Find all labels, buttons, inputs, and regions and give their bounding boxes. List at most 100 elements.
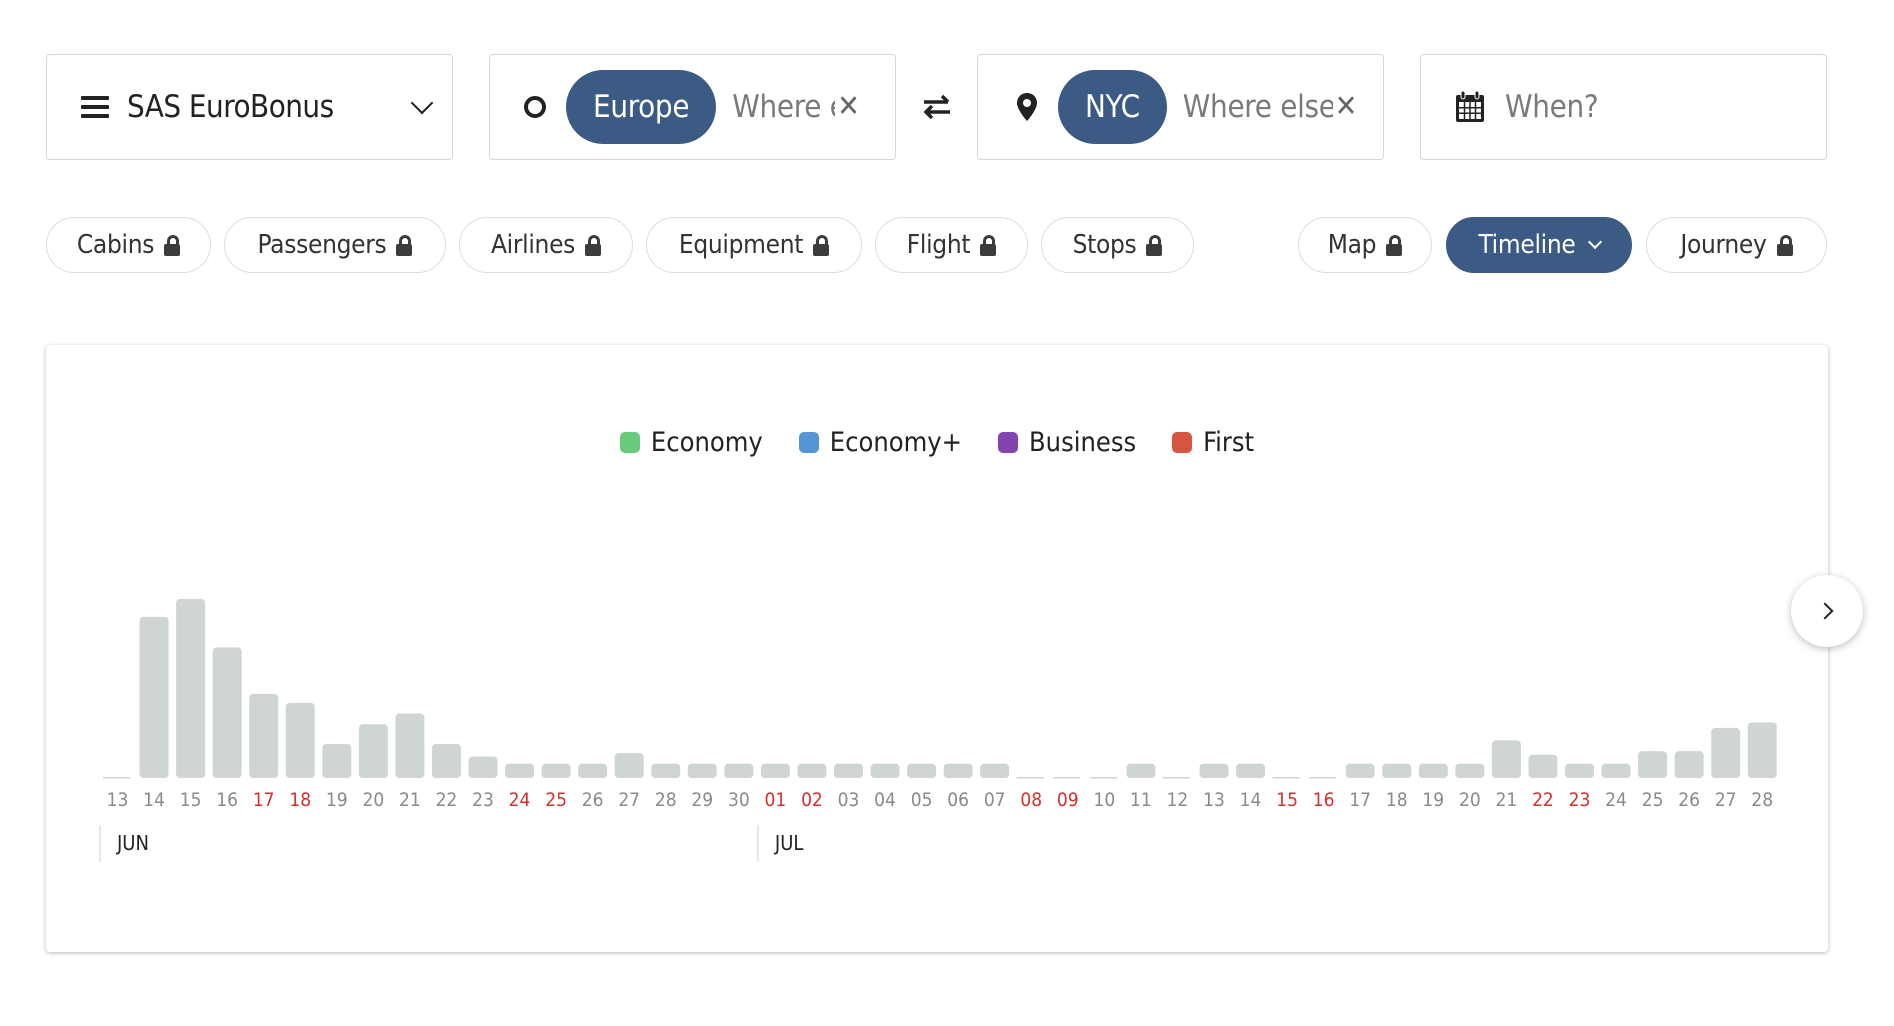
date-field[interactable]: When? <box>1420 54 1827 160</box>
menu-icon <box>81 96 109 118</box>
bar[interactable] <box>797 763 827 778</box>
bar[interactable] <box>505 763 535 778</box>
bar[interactable] <box>1674 751 1704 778</box>
destination-field[interactable]: NYC Where else? ✕ <box>977 54 1384 160</box>
x-tick-label: 12 <box>1167 789 1189 811</box>
bar[interactable] <box>1638 751 1668 778</box>
view-map[interactable]: Map <box>1298 217 1432 273</box>
bar[interactable] <box>1345 763 1375 778</box>
next-page-button[interactable] <box>1791 575 1863 647</box>
bar[interactable] <box>1126 763 1156 778</box>
view-journey[interactable]: Journey <box>1646 217 1827 273</box>
x-tick-label: 21 <box>1496 789 1518 811</box>
x-tick-label: 23 <box>472 789 494 811</box>
bar[interactable] <box>212 647 242 778</box>
x-tick-label: 17 <box>253 789 275 811</box>
bar-empty[interactable] <box>1162 777 1190 779</box>
bar[interactable] <box>1747 722 1777 778</box>
bar[interactable] <box>1711 727 1741 778</box>
filter-passengers[interactable]: Passengers <box>224 217 446 273</box>
x-tick-label: 15 <box>180 789 202 811</box>
clear-destination-icon[interactable]: ✕ <box>1335 92 1358 122</box>
x-tick-label: 16 <box>216 789 238 811</box>
bar[interactable] <box>870 763 900 778</box>
x-tick-label: 28 <box>1751 789 1773 811</box>
clear-origin-icon[interactable]: ✕ <box>837 92 860 122</box>
bar[interactable] <box>1528 754 1558 778</box>
x-tick-label: 20 <box>1459 789 1481 811</box>
x-tick-label: 13 <box>107 789 129 811</box>
x-tick-label: 26 <box>1678 789 1700 811</box>
bar[interactable] <box>1491 740 1521 778</box>
x-tick-label: 19 <box>326 789 348 811</box>
x-tick-label: 24 <box>1605 789 1627 811</box>
bar[interactable] <box>1565 763 1594 778</box>
bar-empty[interactable] <box>1016 777 1044 779</box>
lock-icon <box>585 235 602 256</box>
date-input[interactable]: When? <box>1505 89 1598 125</box>
x-tick-label: 01 <box>765 789 787 811</box>
bar[interactable] <box>1382 763 1412 778</box>
filter-flight[interactable]: Flight <box>875 217 1028 273</box>
bar[interactable] <box>176 599 206 778</box>
bar[interactable] <box>943 763 973 778</box>
filter-airlines[interactable]: Airlines <box>459 217 633 273</box>
bar[interactable] <box>614 752 644 778</box>
filter-label: Equipment <box>678 230 804 260</box>
bar[interactable] <box>139 616 169 778</box>
filter-equipment[interactable]: Equipment <box>646 217 862 273</box>
x-tick-label: 25 <box>545 789 567 811</box>
x-tick-label: 20 <box>362 789 384 811</box>
destination-chip[interactable]: NYC <box>1058 70 1167 144</box>
bar[interactable] <box>907 763 937 778</box>
destination-input[interactable]: Where else? <box>1183 89 1333 125</box>
bar[interactable] <box>724 763 754 778</box>
origin-input[interactable]: Where else? <box>732 89 835 125</box>
bar[interactable] <box>468 756 498 778</box>
bar[interactable] <box>358 724 388 778</box>
x-tick-label: 11 <box>1130 789 1152 811</box>
bar[interactable] <box>1455 763 1485 778</box>
origin-field[interactable]: Europe Where else? ✕ <box>489 54 896 160</box>
view-label: Timeline <box>1478 230 1576 260</box>
bar[interactable] <box>834 763 863 778</box>
bar[interactable] <box>651 763 681 778</box>
filter-label: Flight <box>906 230 971 260</box>
bar[interactable] <box>431 743 461 778</box>
bar-empty[interactable] <box>1089 777 1117 779</box>
bar-empty[interactable] <box>1309 777 1337 779</box>
program-selector[interactable]: SAS EuroBonus <box>46 54 453 160</box>
chevron-down-icon <box>1587 234 1602 250</box>
filter-cabins[interactable]: Cabins <box>46 217 211 273</box>
x-tick-label: 15 <box>1276 789 1298 811</box>
filter-label: Airlines <box>490 230 576 260</box>
bar[interactable] <box>395 713 425 778</box>
bar[interactable] <box>1418 763 1448 778</box>
bar[interactable] <box>249 693 279 778</box>
view-timeline[interactable]: Timeline <box>1446 217 1632 273</box>
bar[interactable] <box>687 763 717 778</box>
lock-icon <box>164 235 181 256</box>
bar[interactable] <box>1236 763 1266 778</box>
month-label: JUN <box>116 831 149 855</box>
bar[interactable] <box>285 702 315 778</box>
bar-empty[interactable] <box>103 777 130 779</box>
bar[interactable] <box>322 743 352 778</box>
map-pin-icon <box>1017 93 1037 121</box>
x-tick-label: 08 <box>1020 789 1042 811</box>
bar[interactable] <box>541 763 571 778</box>
bar[interactable] <box>578 763 608 778</box>
bar[interactable] <box>760 763 790 778</box>
chevron-right-icon <box>1816 602 1833 620</box>
origin-chip[interactable]: Europe <box>566 70 717 144</box>
swap-icon[interactable] <box>920 92 954 122</box>
bar-empty[interactable] <box>1053 777 1081 779</box>
bar-empty[interactable] <box>1272 777 1300 779</box>
bar[interactable] <box>1199 763 1229 778</box>
x-tick-label: 24 <box>509 789 531 811</box>
bar[interactable] <box>980 763 1010 778</box>
bar[interactable] <box>1601 763 1631 778</box>
filter-stops[interactable]: Stops <box>1041 217 1194 273</box>
calendar-icon <box>1456 91 1484 122</box>
x-tick-label: 26 <box>582 789 604 811</box>
